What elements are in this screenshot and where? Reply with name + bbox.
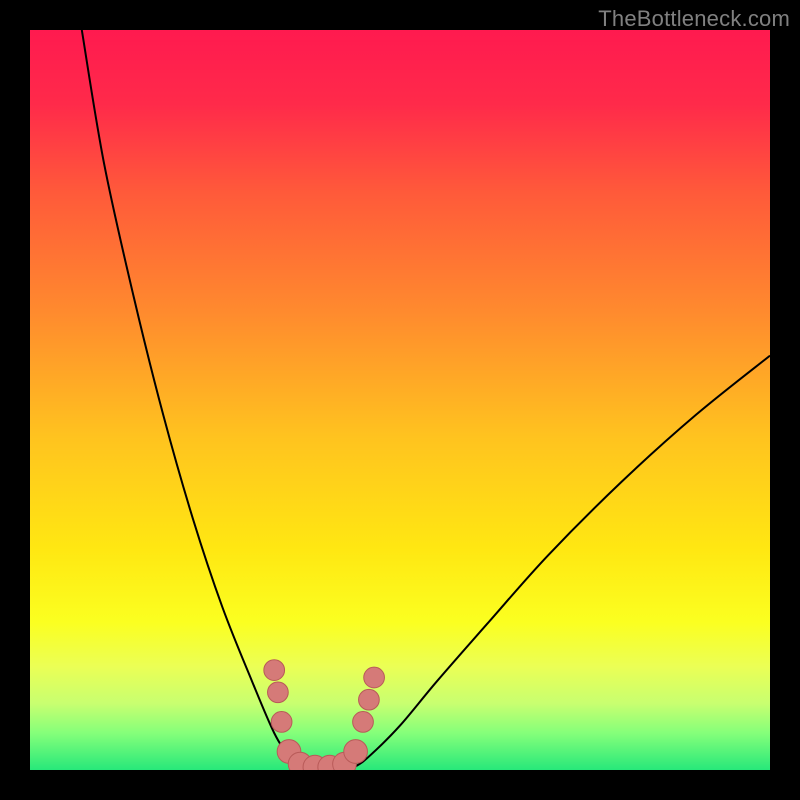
marker-point: [264, 660, 285, 681]
marker-point: [271, 712, 292, 733]
gradient-background: [30, 30, 770, 770]
watermark-text: TheBottleneck.com: [598, 6, 790, 32]
marker-point: [364, 667, 385, 688]
marker-point: [359, 689, 380, 710]
marker-point: [344, 740, 368, 764]
chart-container: TheBottleneck.com: [0, 0, 800, 800]
marker-point: [353, 712, 374, 733]
bottleneck-chart: [30, 30, 770, 770]
marker-point: [268, 682, 289, 703]
